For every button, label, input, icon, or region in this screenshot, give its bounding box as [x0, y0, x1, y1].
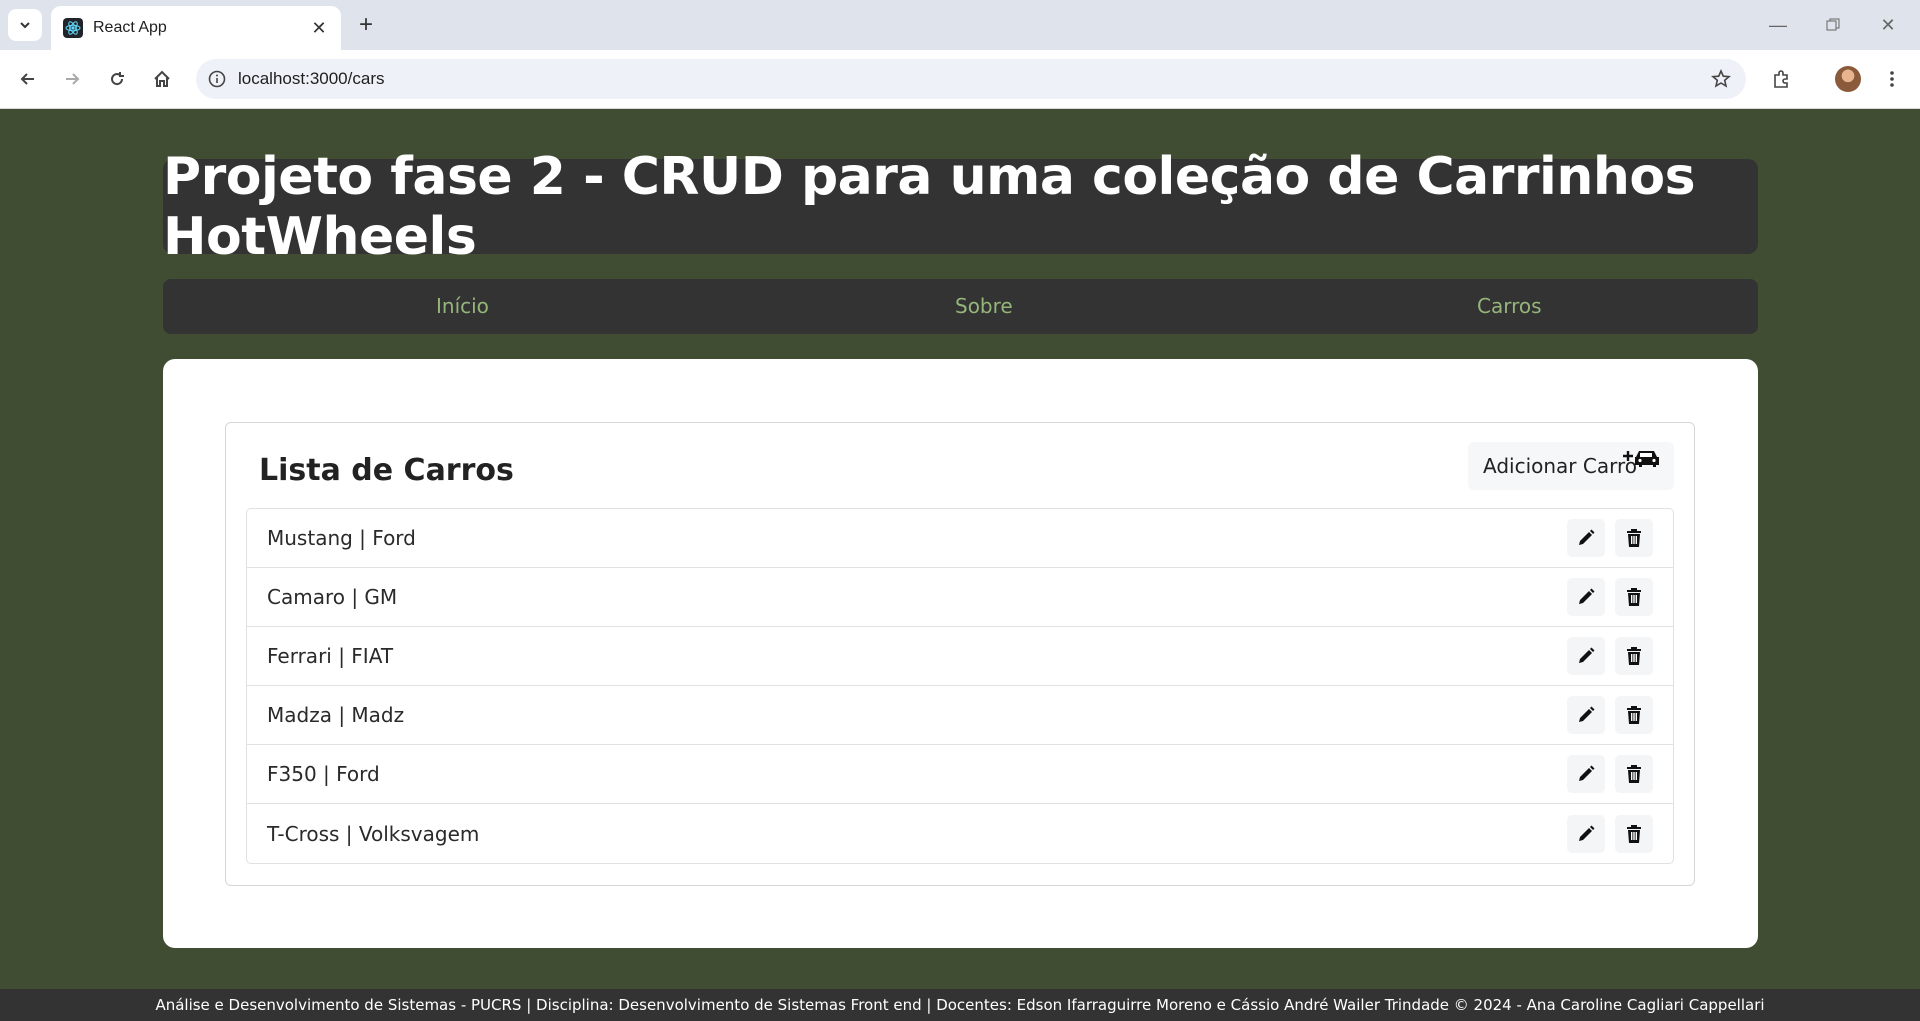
react-logo-icon	[63, 18, 83, 38]
car-list-item: Madza | Madz	[247, 686, 1673, 745]
edit-button[interactable]	[1567, 696, 1605, 734]
car-list-item: T-Cross | Volksvagem	[247, 804, 1673, 863]
tab-close-icon[interactable]: ✕	[309, 18, 329, 39]
trash-icon	[1627, 529, 1641, 547]
trash-icon	[1627, 647, 1641, 665]
nav-link-carros[interactable]: Carros	[1477, 279, 1542, 334]
pencil-icon	[1579, 529, 1595, 545]
extensions-icon[interactable]	[1765, 63, 1797, 95]
edit-button[interactable]	[1567, 755, 1605, 793]
car-name: T-Cross | Volksvagem	[267, 821, 480, 846]
profile-avatar[interactable]	[1835, 66, 1861, 92]
delete-button[interactable]	[1615, 578, 1653, 616]
car-name: Madza | Madz	[267, 703, 405, 727]
nav-link-inicio[interactable]: Início	[436, 279, 489, 334]
page-footer: Análise e Desenvolvimento de Sistemas - …	[0, 989, 1920, 1021]
car-name: Camaro | GM	[267, 585, 398, 609]
close-window-icon[interactable]: ✕	[1868, 10, 1908, 40]
reload-icon[interactable]	[101, 63, 133, 95]
car-list-item: F350 | Ford	[247, 745, 1673, 804]
chevron-down-icon	[20, 22, 30, 29]
pencil-icon	[1579, 706, 1595, 722]
car-list-card: Lista de Carros Adicionar Carro Mustang …	[225, 422, 1695, 886]
delete-button[interactable]	[1615, 637, 1653, 675]
trash-icon	[1627, 706, 1641, 724]
trash-icon	[1627, 588, 1641, 606]
footer-text: Análise e Desenvolvimento de Sistemas - …	[155, 996, 1765, 1014]
menu-kebab-icon[interactable]	[1876, 63, 1908, 95]
pencil-icon	[1579, 765, 1595, 781]
forward-arrow-icon[interactable]	[56, 63, 88, 95]
tab-search-button[interactable]	[8, 9, 42, 41]
bookmark-star-icon[interactable]	[1706, 64, 1736, 94]
site-info-icon[interactable]	[206, 68, 228, 90]
page-header: Projeto fase 2 - CRUD para uma coleção d…	[163, 147, 1758, 267]
car-name: Mustang | Ford	[267, 526, 416, 550]
trash-icon	[1627, 765, 1641, 783]
nav-link-sobre[interactable]: Sobre	[955, 279, 1013, 334]
minimize-icon[interactable]: —	[1758, 10, 1798, 40]
browser-toolbar: localhost:3000/cars	[0, 50, 1920, 109]
pencil-icon	[1579, 825, 1595, 841]
delete-button[interactable]	[1615, 755, 1653, 793]
delete-button[interactable]	[1615, 814, 1653, 853]
pencil-icon	[1579, 647, 1595, 663]
car-list-item: Mustang | Ford	[247, 509, 1673, 568]
new-tab-button[interactable]: +	[352, 11, 380, 39]
car-name: Ferrari | FIAT	[267, 644, 394, 668]
main-nav: Início Sobre Carros	[163, 279, 1758, 334]
edit-button[interactable]	[1567, 814, 1605, 853]
edit-button[interactable]	[1567, 519, 1605, 557]
car-list: Mustang | Ford Camaro | GM Ferrari | FIA	[246, 508, 1674, 864]
car-list-item: Camaro | GM	[247, 568, 1673, 627]
browser-tab[interactable]: React App ✕	[51, 6, 341, 50]
car-list-title: Lista de Carros	[259, 453, 514, 488]
tab-title: React App	[93, 19, 167, 36]
delete-button[interactable]	[1615, 696, 1653, 734]
car-list-item: Ferrari | FIAT	[247, 627, 1673, 686]
trash-icon	[1627, 824, 1641, 843]
home-icon[interactable]	[146, 63, 178, 95]
pencil-icon	[1579, 588, 1595, 604]
url-text: localhost:3000/cars	[238, 69, 385, 88]
add-car-button[interactable]: Adicionar Carro	[1468, 442, 1674, 490]
address-bar[interactable]: localhost:3000/cars	[196, 59, 1746, 99]
main-content-card: Lista de Carros Adicionar Carro Mustang …	[163, 359, 1758, 948]
add-car-icon	[1623, 451, 1659, 467]
back-arrow-icon[interactable]	[12, 63, 44, 95]
edit-button[interactable]	[1567, 637, 1605, 675]
car-name: F350 | Ford	[267, 762, 380, 786]
restore-icon[interactable]	[1813, 10, 1853, 40]
edit-button[interactable]	[1567, 578, 1605, 616]
page-title: Projeto fase 2 - CRUD para uma coleção d…	[163, 146, 1696, 267]
add-car-button-label: Adicionar Carro	[1483, 454, 1637, 478]
browser-tab-bar: React App ✕ + — ✕	[0, 0, 1920, 50]
delete-button[interactable]	[1615, 519, 1653, 557]
